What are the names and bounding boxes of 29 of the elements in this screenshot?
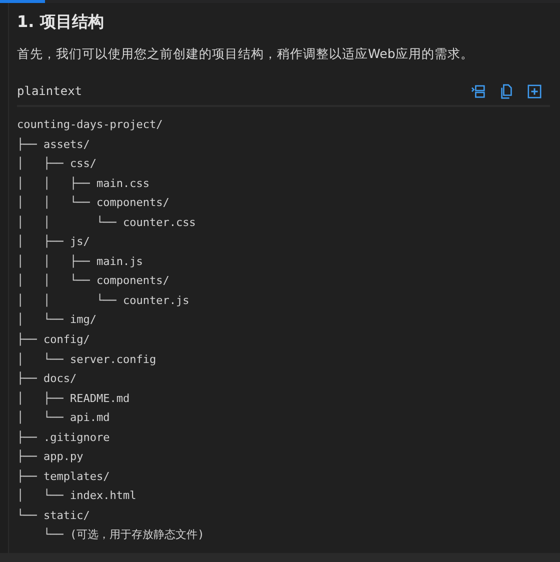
code-line: │ └── api.md bbox=[17, 410, 111, 426]
code-line: └── (可选，用于存放静态文件) bbox=[42, 526, 206, 544]
code-line: │ │ └── components/ bbox=[17, 194, 170, 212]
code-language-label: plaintext bbox=[17, 84, 82, 98]
code-line: │ │ ├── main.js bbox=[17, 254, 144, 270]
code-line: ├── templates/ bbox=[17, 468, 111, 485]
code-line: │ └── index.html bbox=[17, 488, 138, 504]
code-line: ├── .gitignore bbox=[17, 430, 111, 446]
code-line: │ ├── css/ bbox=[17, 156, 98, 172]
code-line: counting-days-project/ bbox=[17, 117, 164, 133]
code-line: │ ├── js/ bbox=[17, 234, 91, 250]
code-line: │ │ └── counter.js bbox=[17, 292, 190, 309]
section-heading: 1. 项目结构 bbox=[17, 11, 105, 33]
code-line: │ └── server.config bbox=[17, 352, 158, 368]
code-line: │ └── img/ bbox=[17, 312, 98, 328]
expand-icon[interactable] bbox=[527, 84, 542, 98]
code-line: │ │ ├── main.css bbox=[17, 176, 150, 192]
code-line: ├── config/ bbox=[17, 332, 91, 348]
tab-indicator bbox=[0, 0, 45, 3]
code-line: ├── assets/ bbox=[17, 136, 91, 153]
code-line: │ ├── README.md bbox=[17, 390, 131, 407]
copy-icon[interactable] bbox=[499, 84, 514, 98]
code-line: ├── app.py bbox=[17, 448, 84, 466]
code-line: ├── docs/ bbox=[17, 370, 78, 388]
wrap-lines-icon[interactable] bbox=[471, 84, 486, 98]
code-line: └── static/ bbox=[17, 508, 91, 524]
code-line: │ │ └── components/ bbox=[17, 272, 170, 290]
intro-paragraph: 首先，我们可以使用您之前创建的项目结构，稍作调整以适应Web应用的需求。 bbox=[17, 45, 474, 63]
code-line: │ │ └── counter.css bbox=[17, 214, 197, 231]
